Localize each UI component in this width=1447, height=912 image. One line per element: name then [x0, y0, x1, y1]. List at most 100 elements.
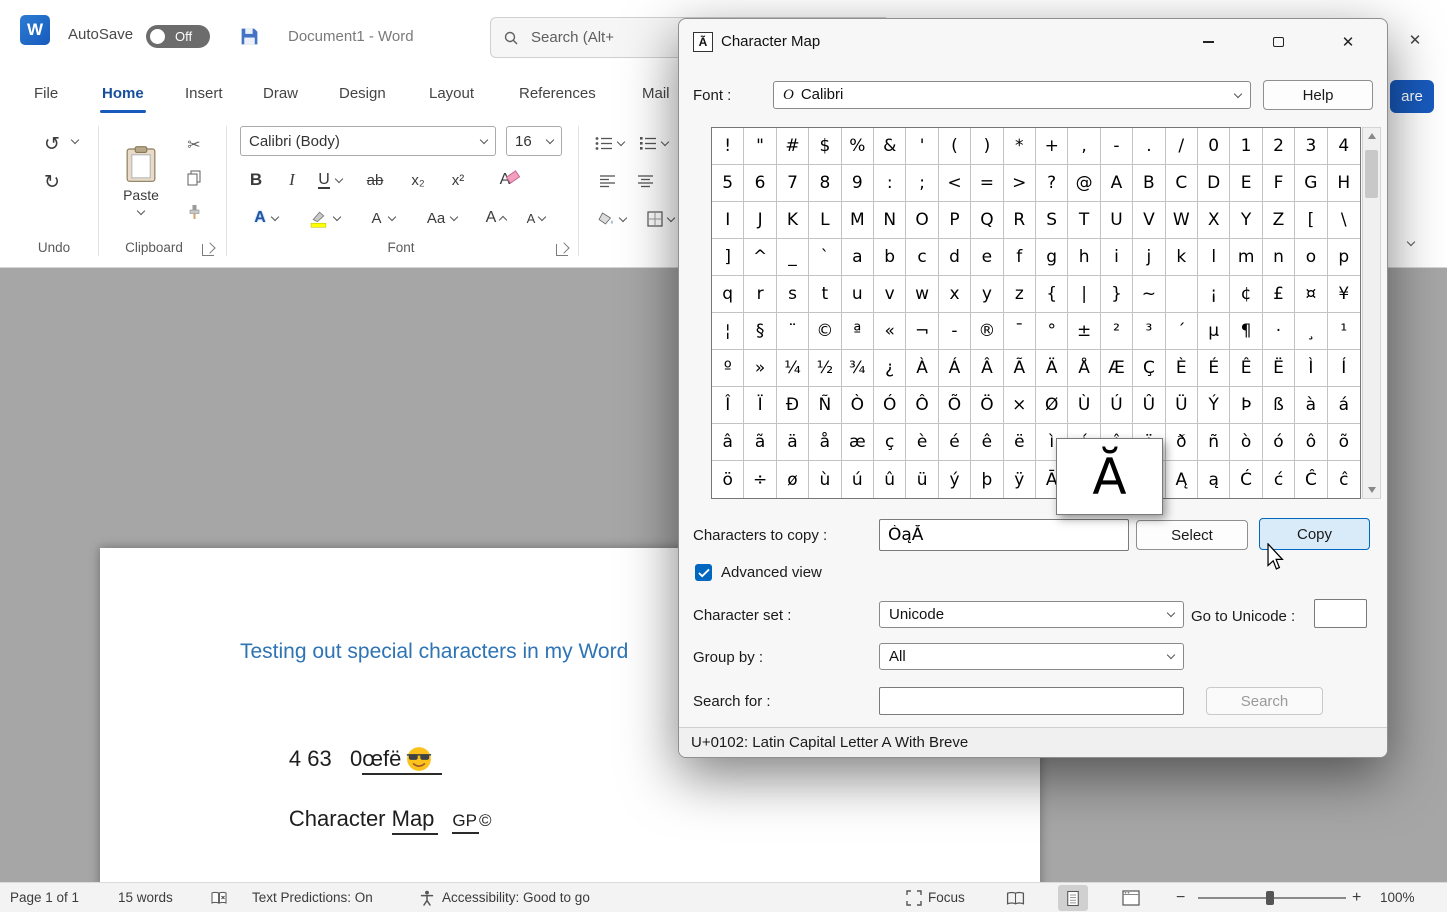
charmap-cell[interactable]: ¬	[906, 313, 938, 350]
charmap-cell[interactable]: H	[1328, 165, 1360, 202]
subscript-button[interactable]: x₂	[400, 164, 436, 196]
charmap-cell[interactable]: ù	[809, 461, 841, 498]
charmap-cell[interactable]: F	[1263, 165, 1295, 202]
charmap-cell[interactable]: M	[842, 202, 874, 239]
charmap-cell[interactable]: [	[1295, 202, 1327, 239]
charmap-cell[interactable]: j	[1133, 239, 1165, 276]
shrink-font-button[interactable]: A	[518, 202, 554, 234]
shading-button[interactable]	[590, 204, 632, 234]
charmap-cell[interactable]: Q	[971, 202, 1003, 239]
strikethrough-button[interactable]: ab	[356, 164, 394, 196]
charmap-cell[interactable]: W	[1166, 202, 1198, 239]
charmap-font-combo[interactable]: OCalibri	[773, 81, 1251, 109]
charmap-cell[interactable]: B	[1133, 165, 1165, 202]
charmap-cell[interactable]: à	[1295, 387, 1327, 424]
scrollbar-thumb[interactable]	[1365, 150, 1378, 198]
charmap-cell[interactable]: C	[1166, 165, 1198, 202]
charmap-cell[interactable]: @	[1068, 165, 1100, 202]
web-layout-button[interactable]	[1116, 885, 1146, 911]
charmap-cell[interactable]: Ø	[1036, 387, 1068, 424]
font-size-combo[interactable]: 16	[506, 126, 562, 156]
underline-button[interactable]: U	[310, 164, 350, 196]
charmap-cell[interactable]: Ë	[1263, 350, 1295, 387]
charmap-cell[interactable]: I	[712, 202, 744, 239]
charmap-cell[interactable]: µ	[1198, 313, 1230, 350]
charmap-cell[interactable]: X	[1198, 202, 1230, 239]
tab-mailings[interactable]: Mail	[640, 72, 672, 118]
charmap-cell[interactable]: ¨	[777, 313, 809, 350]
charmap-cell[interactable]: Ç	[1133, 350, 1165, 387]
charmap-cell[interactable]: ß	[1263, 387, 1295, 424]
charmap-cell[interactable]: »	[744, 350, 776, 387]
borders-button[interactable]	[640, 204, 680, 234]
charmap-cell[interactable]: &	[874, 128, 906, 165]
charmap-cell[interactable]: ¤	[1295, 276, 1327, 313]
charmap-cell[interactable]: £	[1263, 276, 1295, 313]
charmap-cell[interactable]: n	[1263, 239, 1295, 276]
charmap-cell[interactable]: ç	[874, 424, 906, 461]
tab-file[interactable]: File	[32, 72, 60, 118]
charmap-cell[interactable]: `	[809, 239, 841, 276]
charmap-cell[interactable]: )	[971, 128, 1003, 165]
charmap-cell[interactable]: Â	[971, 350, 1003, 387]
charmap-cell[interactable]: -	[939, 313, 971, 350]
ribbon-collapse-chevron-icon[interactable]	[1407, 238, 1415, 246]
charmap-cell[interactable]: ¯	[1004, 313, 1036, 350]
font-color-button[interactable]: A	[360, 202, 406, 234]
charmap-cell[interactable]: #	[777, 128, 809, 165]
charmap-cell[interactable]: g	[1036, 239, 1068, 276]
search-for-input[interactable]	[879, 687, 1184, 715]
charmap-cell[interactable]: §	[744, 313, 776, 350]
charmap-cell[interactable]: Ĉ	[1295, 461, 1327, 498]
focus-label[interactable]: Focus	[928, 883, 965, 912]
charmap-cell[interactable]: ĉ	[1328, 461, 1360, 498]
charmap-cell[interactable]: ø	[777, 461, 809, 498]
charmap-cell[interactable]: ê	[971, 424, 1003, 461]
zoom-out-button[interactable]: −	[1176, 883, 1185, 912]
charmap-cell[interactable]: }	[1101, 276, 1133, 313]
charmap-cell[interactable]: E	[1230, 165, 1262, 202]
charmap-cell[interactable]: ,	[1068, 128, 1100, 165]
charmap-cell[interactable]: ®	[971, 313, 1003, 350]
charmap-cell[interactable]: é	[939, 424, 971, 461]
charmap-cell[interactable]: |	[1068, 276, 1100, 313]
bullets-button[interactable]	[590, 128, 628, 158]
charmap-cell[interactable]: ³	[1133, 313, 1165, 350]
charmap-cell[interactable]: ×	[1004, 387, 1036, 424]
zoom-in-button[interactable]: +	[1352, 883, 1361, 912]
charmap-cell[interactable]: ð	[1166, 424, 1198, 461]
charmap-cell[interactable]: ¿	[874, 350, 906, 387]
charmap-cell[interactable]: T	[1068, 202, 1100, 239]
charmap-cell[interactable]: ±	[1068, 313, 1100, 350]
charmap-scrollbar[interactable]	[1362, 127, 1381, 499]
charmap-cell[interactable]: o	[1295, 239, 1327, 276]
charmap-cell[interactable]: Ô	[906, 387, 938, 424]
charmap-cell[interactable]: 9	[842, 165, 874, 202]
charmap-cell[interactable]: l	[1198, 239, 1230, 276]
charmap-cell[interactable]: Þ	[1230, 387, 1262, 424]
scroll-up-icon[interactable]	[1368, 133, 1376, 139]
charmap-cell[interactable]: Æ	[1101, 350, 1133, 387]
charmap-cell[interactable]: \	[1328, 202, 1360, 239]
charmap-cell[interactable]: c	[906, 239, 938, 276]
charmap-cell[interactable]: ©	[809, 313, 841, 350]
charmap-cell[interactable]: Ã	[1004, 350, 1036, 387]
charmap-cell[interactable]: Ù	[1068, 387, 1100, 424]
charmap-cell[interactable]: å	[809, 424, 841, 461]
clipboard-dialog-launcher[interactable]	[202, 244, 214, 256]
charmap-cell[interactable]: ²	[1101, 313, 1133, 350]
charmap-cell[interactable]: ¹	[1328, 313, 1360, 350]
charmap-cell[interactable]: ¼	[777, 350, 809, 387]
align-left-button[interactable]	[592, 166, 622, 196]
charmap-cell[interactable]: Î	[712, 387, 744, 424]
tab-insert[interactable]: Insert	[183, 72, 225, 118]
superscript-button[interactable]: x²	[440, 164, 476, 196]
charmap-cell[interactable]: "	[744, 128, 776, 165]
group-by-combo[interactable]: All	[879, 643, 1184, 670]
character-set-combo[interactable]: Unicode	[879, 601, 1184, 628]
search-button[interactable]: Search	[1206, 687, 1323, 715]
charmap-minimize-button[interactable]	[1185, 19, 1231, 65]
page-indicator[interactable]: Page 1 of 1	[10, 883, 79, 912]
charmap-cell[interactable]: z	[1004, 276, 1036, 313]
charmap-cell[interactable]: 1	[1230, 128, 1262, 165]
